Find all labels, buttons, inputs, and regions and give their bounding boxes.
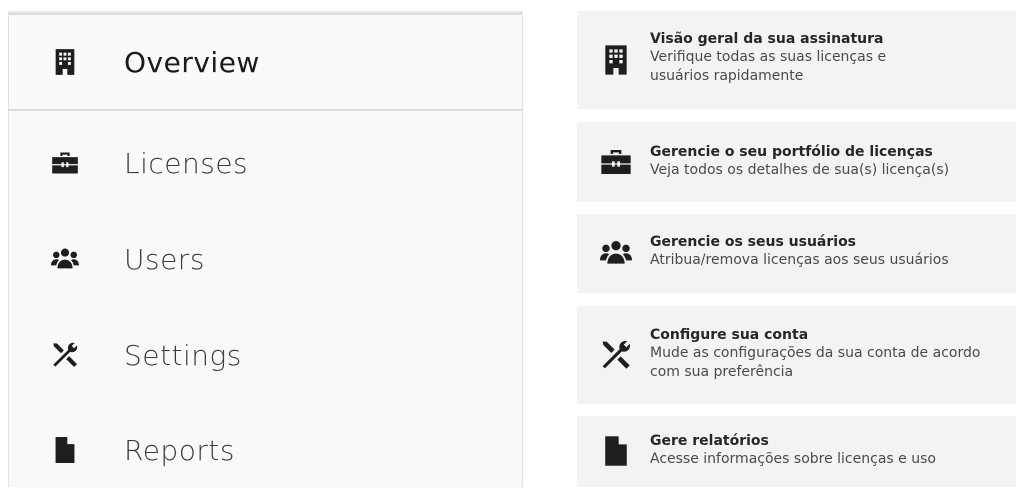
users-icon [49,243,81,275]
sidebar-item-label: Overview [124,45,260,79]
users-icon [599,236,633,270]
tools-icon [49,339,81,371]
building-icon [599,43,633,77]
sidebar-item-reports[interactable]: Reports [9,402,522,498]
file-icon [49,434,81,466]
toolbox-icon [599,145,633,179]
card-title: Gerencie o seu portfólio de licenças [650,144,933,160]
card-description: Mude as configurações da sua conta de ac… [650,345,981,380]
card-description: Verifique todas as suas licenças e usuár… [650,49,887,84]
sidebar-item-settings[interactable]: Settings [9,307,522,403]
card-title: Gere relatórios [650,433,769,449]
card-title: Gerencie os seus usuários [650,234,857,250]
card-description: Atribua/remova licenças aos seus usuário… [650,252,949,268]
card-description: Acesse informações sobre licenças e uso [650,451,936,467]
card-users[interactable]: Gerencie os seus usuários Atribua/remova… [577,214,1016,293]
sidebar-item-label: Reports [124,433,235,467]
sidebar-item-users[interactable]: Users [9,211,522,307]
toolbox-icon [49,147,81,179]
card-title: Configure sua conta [650,327,809,343]
sidebar-item-licenses[interactable]: Licenses [9,115,522,211]
sidebar-item-label: Users [124,242,205,276]
file-icon [599,434,633,468]
sidebar-item-overview[interactable]: Overview [9,13,522,111]
card-description: Veja todos os detalhes de sua(s) licença… [650,162,950,178]
tools-icon [599,338,633,372]
card-settings[interactable]: Configure sua conta Mude as configuraçõe… [577,306,1016,404]
card-title: Visão geral da sua assinatura [650,31,884,47]
card-overview[interactable]: Visão geral da sua assinatura Verifique … [577,11,1016,109]
sidebar-item-label: Settings [124,338,242,372]
building-icon [49,46,81,78]
sidebar-item-label: Licenses [124,146,249,180]
card-reports[interactable]: Gere relatórios Acesse informações sobre… [577,416,1016,487]
card-licenses[interactable]: Gerencie o seu portfólio de licenças Vej… [577,122,1016,202]
sidebar-nav: Overview Licenses Users Settings Reports [8,11,523,487]
